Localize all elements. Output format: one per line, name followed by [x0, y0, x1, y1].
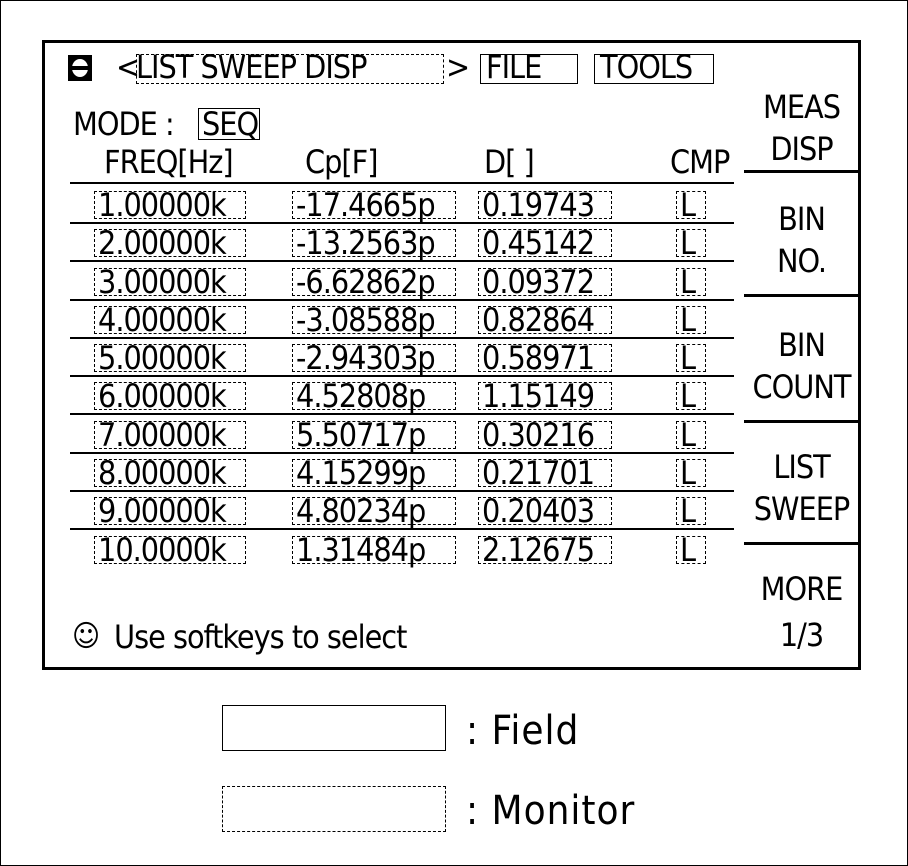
softkey-more-line2[interactable]: 1/3 [744, 618, 859, 652]
cp-cell: -2.94303p [296, 339, 436, 377]
legend-field-label: : Field [466, 708, 580, 754]
softkey-divider [744, 420, 859, 423]
freq-cell: 8.00000k [98, 454, 227, 492]
freq-cell: 5.00000k [98, 339, 227, 377]
page-title-monitor-box [136, 54, 444, 84]
legend-monitor-sample [222, 786, 446, 832]
d-cell: 0.19743 [482, 186, 595, 224]
column-header-d: D[ ] [484, 143, 535, 181]
mode-field[interactable]: SEQ [202, 107, 259, 141]
d-cell: 0.21701 [482, 454, 595, 492]
cp-cell: -17.4665p [296, 186, 436, 224]
nav-suffix: > [446, 48, 470, 86]
tools-menu[interactable]: TOOLS [600, 50, 693, 84]
cp-cell: -13.2563p [296, 224, 436, 262]
d-cell: 1.15149 [482, 377, 595, 415]
column-header-cmp: CMP [670, 143, 730, 181]
cp-cell: 5.50717p [296, 416, 426, 454]
cmp-cell: L [680, 454, 696, 492]
legend-field-sample [222, 705, 446, 751]
column-header-freq: FREQ[Hz] [104, 143, 234, 181]
cp-cell: 4.52808p [296, 377, 426, 415]
freq-cell: 10.0000k [98, 531, 227, 569]
cp-cell: -3.08588p [296, 301, 436, 339]
d-cell: 0.45142 [482, 224, 595, 262]
smiley-icon: ☺ [72, 619, 100, 654]
freq-cell: 4.00000k [98, 301, 227, 339]
softkey-meas-disp-line2[interactable]: DISP [744, 132, 859, 166]
status-message: Use softkeys to select [114, 618, 407, 656]
softkey-bin-count-line1[interactable]: BIN [744, 328, 859, 362]
softkey-list-sweep-line2[interactable]: SWEEP [744, 492, 859, 526]
cmp-cell: L [680, 224, 696, 262]
disk-icon[interactable] [68, 55, 92, 81]
legend-monitor-label: : Monitor [466, 788, 636, 834]
freq-cell: 2.00000k [98, 224, 227, 262]
cp-cell: 4.15299p [296, 454, 426, 492]
cmp-cell: L [680, 531, 696, 569]
softkey-bin-no-line1[interactable]: BIN [744, 202, 859, 236]
freq-cell: 9.00000k [98, 492, 227, 530]
cmp-cell: L [680, 416, 696, 454]
freq-cell: 7.00000k [98, 416, 227, 454]
header-divider [70, 182, 734, 184]
cmp-cell: L [680, 186, 696, 224]
d-cell: 0.09372 [482, 263, 595, 301]
d-cell: 0.20403 [482, 492, 595, 530]
cp-cell: 1.31484p [296, 531, 426, 569]
freq-cell: 6.00000k [98, 377, 227, 415]
freq-cell: 1.00000k [98, 186, 227, 224]
softkey-divider [744, 170, 859, 173]
softkey-bin-count-line2[interactable]: COUNT [744, 370, 859, 404]
cmp-cell: L [680, 492, 696, 530]
d-cell: 0.58971 [482, 339, 595, 377]
cmp-cell: L [680, 339, 696, 377]
softkey-meas-disp-line1[interactable]: MEAS [744, 90, 859, 124]
softkey-list-sweep-line1[interactable]: LIST [744, 450, 859, 484]
cmp-cell: L [680, 377, 696, 415]
softkey-bin-no-line2[interactable]: NO. [744, 244, 859, 278]
softkey-divider [744, 542, 859, 545]
softkey-more-line1[interactable]: MORE [744, 572, 859, 606]
cp-cell: 4.80234p [296, 492, 426, 530]
file-menu[interactable]: FILE [486, 50, 542, 84]
softkey-divider [744, 294, 859, 297]
cmp-cell: L [680, 301, 696, 339]
mode-label: MODE : [73, 105, 175, 143]
cmp-cell: L [680, 263, 696, 301]
d-cell: 0.82864 [482, 301, 595, 339]
d-cell: 2.12675 [482, 531, 595, 569]
column-header-cp: Cp[F] [305, 143, 378, 181]
freq-cell: 3.00000k [98, 263, 227, 301]
d-cell: 0.30216 [482, 416, 595, 454]
cp-cell: -6.62862p [296, 263, 436, 301]
